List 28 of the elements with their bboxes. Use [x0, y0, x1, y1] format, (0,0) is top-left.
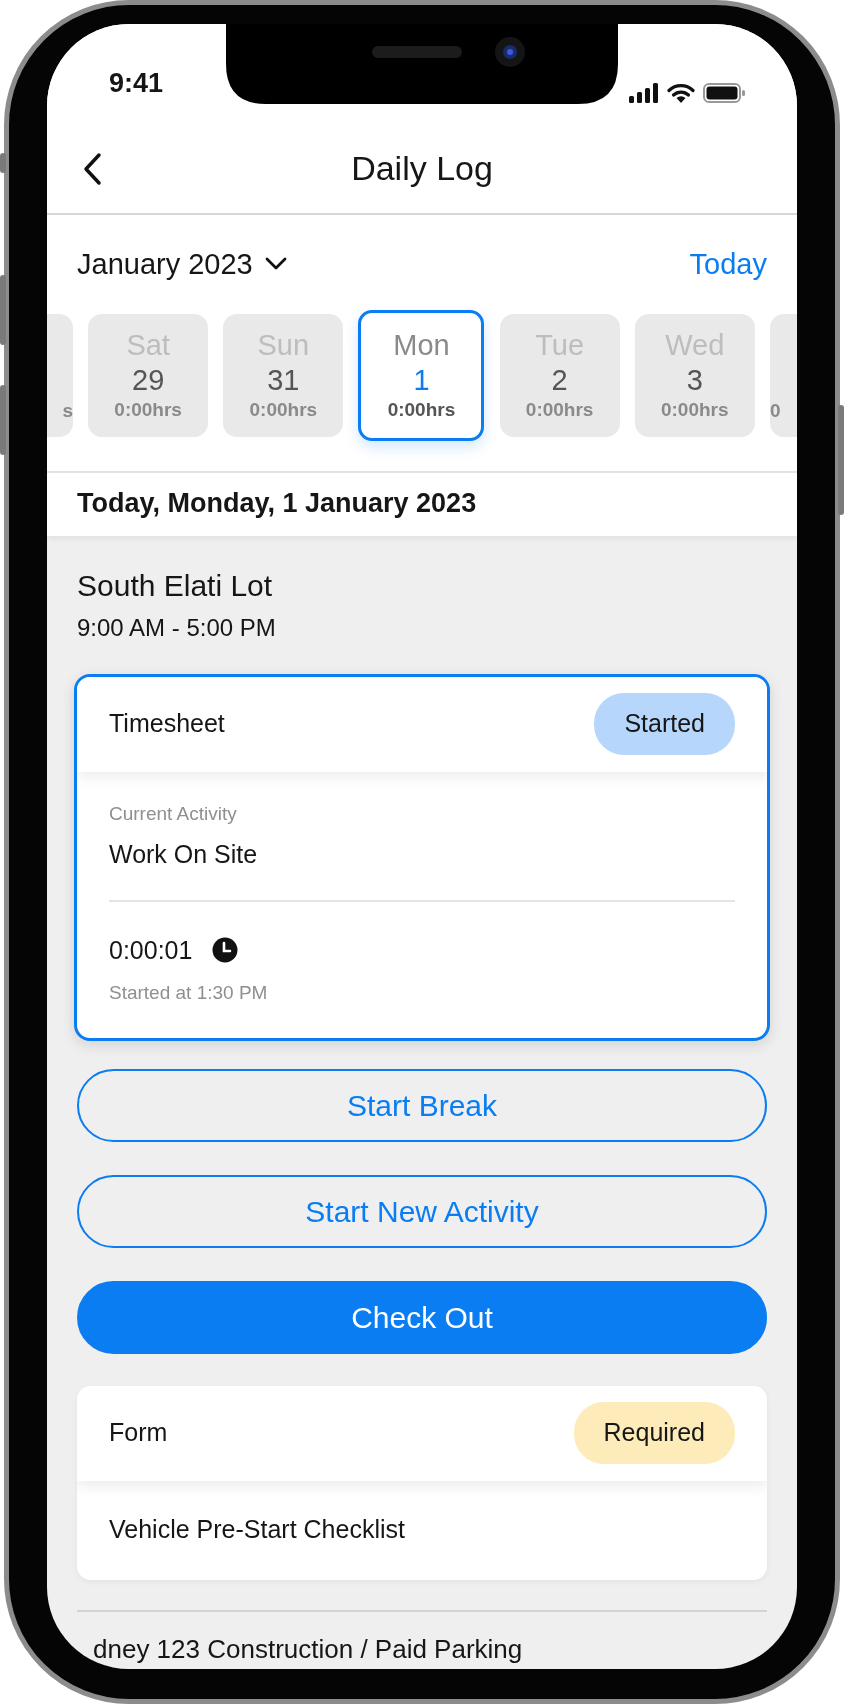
site-name: dney 123 Construction / Paid Parking: [92, 1633, 524, 1666]
wifi-icon: [667, 83, 695, 104]
status-time: 9:41: [109, 66, 164, 100]
site-name: South Elati Lot: [77, 567, 274, 604]
month-dropdown[interactable]: January 2023: [77, 242, 287, 286]
today-link[interactable]: Today: [689, 242, 767, 286]
shift-hours: 9:00 AM - 5:00 PM: [77, 612, 277, 643]
screen-title: Daily Log: [351, 149, 493, 188]
card-title: Form: [109, 1417, 168, 1449]
chevron-down-icon: [264, 257, 287, 272]
check-out-button[interactable]: Check Out: [77, 1280, 767, 1354]
clock-icon: [212, 937, 239, 964]
battery-icon: [703, 83, 745, 104]
status-badge: Started: [594, 693, 735, 755]
signal-icon: [629, 83, 659, 104]
back-icon: [81, 151, 103, 186]
card-title: Timesheet: [109, 708, 225, 740]
back-button[interactable]: [81, 151, 103, 186]
form-item[interactable]: Vehicle Pre-Start Checklist: [77, 1480, 767, 1580]
elapsed-time: 0:00:01: [109, 934, 193, 966]
action-button[interactable]: Start Break: [77, 1068, 767, 1142]
status-badge: Required: [573, 1402, 735, 1464]
activity-name: Work On Site: [109, 839, 259, 870]
date-heading: Today, Monday, 1 January 2023: [47, 471, 797, 536]
field-label: Current Activity: [109, 801, 238, 826]
day-card[interactable]: Mon 1 0:00hrs: [358, 310, 485, 441]
start-time: Started at 1:30 PM: [109, 981, 269, 1005]
action-button[interactable]: Start New Activity: [77, 1174, 767, 1248]
